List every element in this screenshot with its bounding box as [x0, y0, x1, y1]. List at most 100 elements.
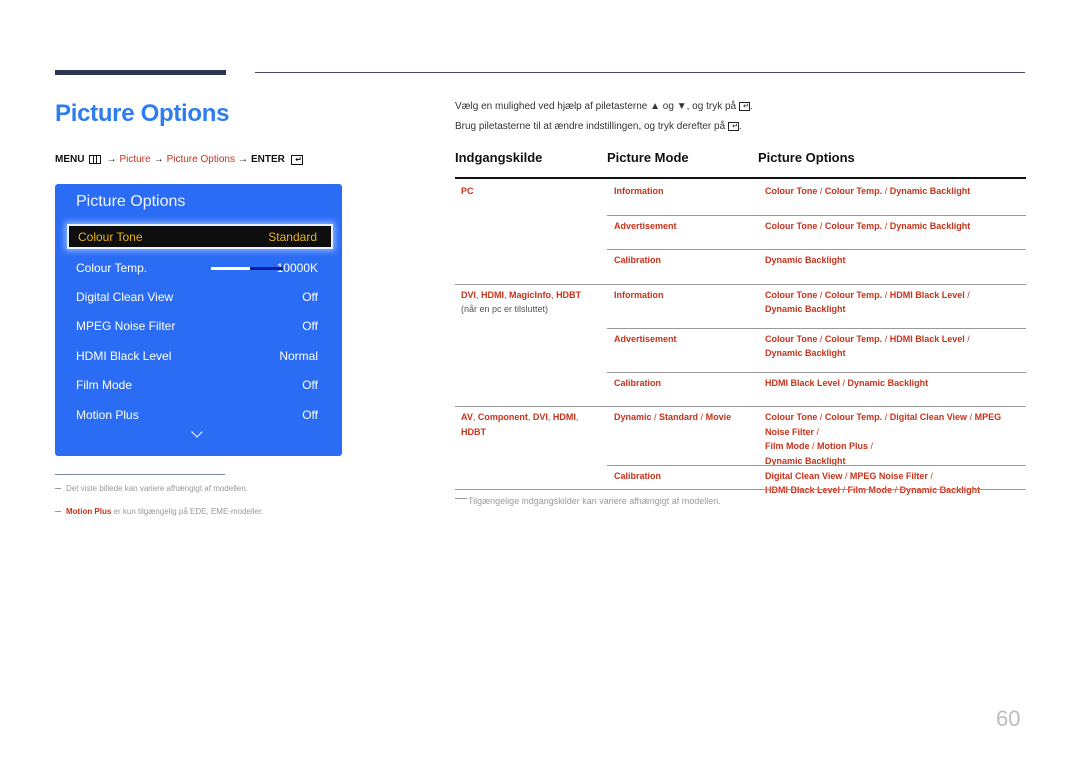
instruction-text: . [738, 121, 742, 132]
osd-item-film-mode[interactable]: Film Mode Off [76, 374, 318, 396]
separator: / [817, 333, 825, 344]
osd-title: Picture Options [76, 193, 186, 210]
cell-term: HDBT [461, 426, 486, 437]
option-term: Colour Tone [765, 220, 818, 231]
note-dash-icon [455, 498, 467, 499]
cell-term: Calibration [614, 255, 662, 265]
separator: , [575, 412, 579, 422]
table-cell-picture-mode: Calibration [614, 376, 759, 391]
option-term: Colour Temp. [824, 220, 883, 231]
separator: / [882, 186, 890, 196]
separator: / [892, 485, 900, 495]
separator: / [964, 289, 970, 300]
row-divider [607, 249, 1026, 250]
osd-item-mpeg-noise-filter[interactable]: MPEG Noise Filter Off [76, 315, 318, 337]
note-text: er kun tilgængelig på EDE, EME-modeller. [111, 507, 264, 516]
menu-path: MENU → Picture → Picture Options → ENTER… [55, 154, 303, 165]
instruction-text: Vælg en mulighed ved hjælp af piletaster… [455, 101, 651, 112]
separator: / [964, 333, 970, 344]
table-cell-picture-options: Colour Tone / Colour Temp. / Dynamic Bac… [765, 219, 1025, 234]
options-line: Digital Clean View / MPEG Noise Filter / [765, 469, 1025, 484]
separator: / [882, 412, 890, 422]
osd-item-digital-clean-view[interactable]: Digital Clean View Off [76, 286, 318, 308]
note-motion-plus: Motion Plus er kun tilgængelig på EDE, E… [55, 507, 263, 516]
menu-label: MENU [55, 154, 85, 165]
options-line: Dynamic Backlight [765, 346, 1025, 361]
table-cell-picture-mode: Advertisement [614, 219, 759, 234]
separator: / [698, 412, 706, 422]
separator: / [882, 289, 890, 300]
cell-term: Information [614, 186, 664, 196]
option-term: HDMI Black Level [765, 485, 841, 495]
page-title: Picture Options [55, 100, 230, 127]
arrow-down-icon: ▼ [676, 101, 687, 112]
osd-item-colour-tone[interactable]: Colour Tone Standard [67, 224, 333, 249]
table-cell-picture-options: HDMI Black Level / Dynamic Backlight [765, 376, 1025, 391]
separator: / [840, 377, 848, 388]
separator: / [967, 412, 975, 422]
source-note: (når en pc er tilsluttet) [461, 304, 549, 314]
enter-icon: ↵ [727, 121, 739, 131]
cell-term: Component [477, 412, 528, 422]
table-cell-picture-options: Colour Tone / Colour Temp. / Digital Cle… [765, 410, 1025, 468]
row-divider [607, 464, 1026, 466]
option-term: Colour Temp. [824, 333, 883, 344]
notes-rule [55, 474, 225, 475]
cell-term: Calibration [614, 470, 662, 481]
options-line: Colour Tone / Colour Temp. / Digital Cle… [765, 410, 1025, 439]
option-term: Colour Tone [765, 333, 818, 344]
note-text: Det viste billede kan variere afhængigt … [66, 484, 248, 493]
header-accent-bar [55, 70, 226, 75]
enter-icon: ↵ [290, 154, 303, 165]
cell-term: AV [461, 412, 473, 422]
colour-temp-slider[interactable] [211, 267, 283, 270]
osd-item-value: Off [302, 378, 318, 392]
group-divider [455, 406, 1026, 407]
option-term: Dynamic Backlight [889, 220, 971, 231]
enter-icon: ↵ [738, 101, 750, 111]
option-term: Dynamic Backlight [899, 485, 981, 495]
table-cell-picture-mode: Calibration [614, 253, 759, 268]
instruction-text: , og tryk på [686, 101, 739, 112]
cell-term: Information [614, 289, 664, 300]
options-line: Film Mode / Motion Plus / [765, 439, 1025, 454]
osd-item-value: Off [302, 408, 318, 422]
osd-item-motion-plus[interactable]: Motion Plus Off [76, 404, 318, 426]
table-bottom-rule [455, 489, 1026, 490]
footnote-text: Tilgængelige indgangskilder kan variere … [468, 496, 721, 506]
option-term: HDMI Black Level [765, 377, 841, 388]
header-rule [255, 72, 1025, 73]
note-model-variation: Det viste billede kan variere afhængigt … [55, 484, 248, 493]
option-term: Dynamic Backlight [765, 348, 846, 358]
osd-item-label: MPEG Noise Filter [76, 319, 176, 333]
chevron-down-icon[interactable] [191, 426, 203, 438]
arrow-icon: → [153, 154, 164, 165]
note-highlight: Motion Plus [66, 507, 112, 516]
osd-item-label: HDMI Black Level [76, 349, 172, 363]
separator: / [927, 470, 933, 481]
cell-term: Standard [659, 412, 699, 422]
instruction-line-1: Vælg en mulighed ved hjælp af piletaster… [455, 101, 753, 112]
option-term: Digital Clean View [765, 470, 843, 481]
row-divider [607, 214, 1026, 216]
osd-item-hdmi-black-level[interactable]: HDMI Black Level Normal [76, 345, 318, 367]
table-cell-picture-mode: Calibration [614, 469, 759, 484]
option-term: MPEG Noise Filter [849, 470, 928, 481]
separator: / [651, 412, 660, 422]
osd-item-label: Colour Tone [78, 229, 143, 244]
colour-temp-slider-fill [211, 267, 250, 270]
separator: / [817, 220, 825, 231]
cell-term: Advertisement [614, 333, 677, 344]
cell-term: Advertisement [614, 220, 677, 231]
picture-options-osd: Picture Options Colour Tone Standard Col… [55, 184, 342, 456]
options-line: Colour Tone / Colour Temp. / HDMI Black … [765, 332, 1025, 347]
options-line: Dynamic Backlight [765, 302, 1025, 317]
option-term: Digital Clean View [889, 412, 968, 422]
table-cell-picture-mode: Information [614, 184, 759, 199]
cell-term: Calibration [614, 377, 662, 388]
menu-grid-icon [89, 155, 102, 164]
row-divider [607, 371, 1026, 373]
cell-term: Movie [705, 412, 732, 422]
separator: / [817, 186, 825, 196]
osd-item-colour-temp[interactable]: Colour Temp. 10000K [76, 257, 318, 279]
